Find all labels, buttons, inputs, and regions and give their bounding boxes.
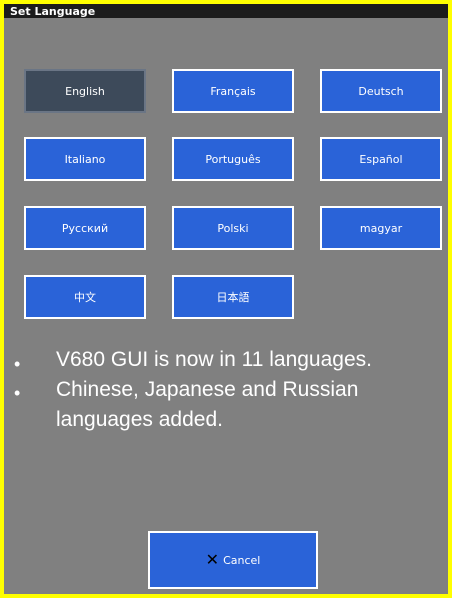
cancel-label: Cancel [223,553,261,567]
language-button-portugues[interactable]: Português [172,137,294,181]
bullet-marker: • [14,383,21,403]
language-button-russian[interactable]: Русский [24,206,146,250]
bullet-marker: • [14,354,21,374]
language-button-japanese[interactable]: 日本語 [172,275,294,319]
note-line-2: Chinese, Japanese and Russian [56,378,359,401]
dialog-title: Set Language [10,5,96,18]
cancel-button[interactable]: ✕ Cancel [148,531,318,589]
language-button-francais[interactable]: Français [172,69,294,113]
note-line-3: languages added. [56,408,223,431]
close-icon: ✕ [205,550,220,569]
note-line-1: V680 GUI is now in 11 languages. [56,348,372,371]
language-button-polski[interactable]: Polski [172,206,294,250]
language-button-chinese[interactable]: 中文 [24,275,146,319]
language-button-italiano[interactable]: Italiano [24,137,146,181]
language-button-espanol[interactable]: Español [320,137,442,181]
language-button-english[interactable]: English [24,69,146,113]
language-button-deutsch[interactable]: Deutsch [320,69,442,113]
language-button-magyar[interactable]: magyar [320,206,442,250]
